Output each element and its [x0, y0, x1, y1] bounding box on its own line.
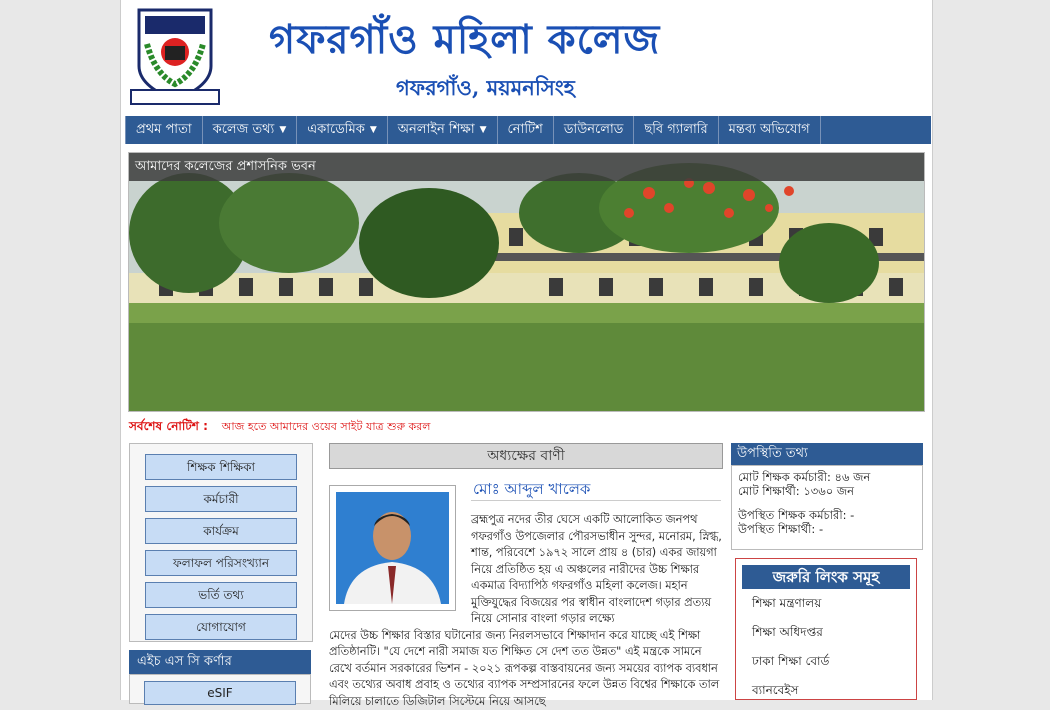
notice-text[interactable]: আজ হতে আমাদের ওয়েব সাইট যাত্র শুরু করল — [222, 420, 431, 433]
nav-item-online-education[interactable]: অনলাইন শিক্ষা ▼ — [388, 116, 498, 144]
link-banbeis[interactable]: ব্যানবেইস — [736, 676, 916, 705]
link-education-directorate[interactable]: শিক্ষা অধিদপ্তর — [736, 618, 916, 647]
nav-label: নোটিশ — [507, 121, 543, 137]
nav-item-download[interactable]: ডাউনলোড — [554, 116, 635, 144]
chevron-down-icon: ▼ — [479, 125, 487, 135]
principal-message-bottom: মেদের উচ্চ শিক্ষার বিস্তার ঘটানোর জন্য ন… — [329, 628, 720, 708]
nav-label: ছবি গ্যালারি — [644, 121, 708, 137]
chevron-down-icon: ▼ — [369, 125, 377, 135]
menu-contact[interactable]: যোগাযোগ — [145, 614, 297, 640]
nav-item-home[interactable]: প্রথম পাতা — [125, 116, 203, 144]
menu-staff[interactable]: কর্মচারী — [145, 486, 297, 512]
principal-message: ব্রহ্মপুত্র নদের তীর ঘেসে একটি আলোকিত জন… — [329, 512, 723, 710]
college-logo[interactable] — [125, 4, 225, 112]
menu-teachers[interactable]: শিক্ষক শিক্ষিকা — [145, 454, 297, 480]
banner-slideshow[interactable]: আমাদের কলেজের প্রশাসনিক ভবন — [128, 152, 925, 412]
nav-item-academic[interactable]: একাডেমিক ▼ — [297, 116, 388, 144]
site-header: গফরগাঁও মহিলা কলেজ গফরগাঁও, ময়মনসিংহ — [121, 0, 932, 116]
attendance-box: মোট শিক্ষক কর্মচারী: ৪৬ জন মোট শিক্ষার্থ… — [731, 465, 923, 550]
important-links-heading: জরুরি লিংক সমূহ — [742, 565, 910, 589]
link-education-ministry[interactable]: শিক্ষা মন্ত্রণালয় — [736, 589, 916, 618]
divider — [471, 500, 721, 501]
nav-item-photo-gallery[interactable]: ছবি গ্যালারি — [634, 116, 719, 144]
site-title: গফরগাঁও মহিলা কলেজ — [269, 16, 661, 63]
present-staff: উপস্থিত শিক্ষক কর্মচারী: - — [738, 508, 855, 522]
nav-item-college-info[interactable]: কলেজ তথ্য ▼ — [203, 116, 298, 144]
quick-menu: শিক্ষক শিক্ষিকা কর্মচারী কার্যক্রম ফলাফল… — [129, 443, 313, 642]
nav-item-feedback[interactable]: মন্তব্য অভিযোগ — [719, 116, 821, 144]
important-links: জরুরি লিংক সমূহ শিক্ষা মন্ত্রণালয় শিক্ষ… — [735, 558, 917, 700]
chevron-down-icon: ▼ — [279, 125, 287, 135]
nav-label: মন্তব্য অভিযোগ — [728, 121, 810, 137]
link-dhaka-board[interactable]: ঢাকা শিক্ষা বোর্ড — [736, 647, 916, 676]
banner-photo — [129, 153, 924, 411]
attendance-heading: উপস্থিতি তথ্য — [731, 443, 923, 465]
nav-item-notice[interactable]: নোটিশ — [498, 116, 554, 144]
nav-label: অনলাইন শিক্ষা — [397, 121, 475, 137]
site-subtitle: গফরগাঁও, ময়মনসিংহ — [396, 75, 575, 100]
nav-label: একাডেমিক — [307, 121, 365, 137]
present-students: উপস্থিত শিক্ষার্থী: - — [738, 522, 824, 536]
menu-activities[interactable]: কার্যক্রম — [145, 518, 297, 544]
page-container: গফরগাঁও মহিলা কলেজ গফরগাঁও, ময়মনসিংহ প্… — [120, 0, 933, 708]
nav-label: কলেজ তথ্য — [212, 121, 275, 137]
nav-label: ডাউনলোড — [563, 121, 624, 137]
total-students: মোট শিক্ষার্থী: ১৩৬০ জন — [738, 484, 855, 498]
nav-label: প্রথম পাতা — [136, 121, 192, 137]
principal-message-top: ব্রহ্মপুত্র নদের তীর ঘেসে একটি আলোকিত জন… — [471, 513, 722, 625]
principal-message-heading: অধ্যক্ষের বাণী — [329, 443, 723, 469]
hsc-corner-heading: এইচ এস সি কর্ণার — [129, 650, 311, 674]
notice-ticker: সর্বশেষ নোটিশ : আজ হতে আমাদের ওয়েব সাইট… — [129, 418, 430, 438]
menu-admission[interactable]: ভর্তি তথ্য — [145, 582, 297, 608]
menu-result-stats[interactable]: ফলাফল পরিসংখ্যান — [145, 550, 297, 576]
notice-label: সর্বশেষ নোটিশ : — [129, 419, 208, 433]
main-nav: প্রথম পাতা কলেজ তথ্য ▼ একাডেমিক ▼ অনলাইন শ… — [125, 116, 931, 144]
banner-caption: আমাদের কলেজের প্রশাসনিক ভবন — [129, 153, 924, 181]
total-staff: মোট শিক্ষক কর্মচারী: ৪৬ জন — [738, 470, 871, 484]
esif-button[interactable]: eSIF — [144, 681, 296, 705]
